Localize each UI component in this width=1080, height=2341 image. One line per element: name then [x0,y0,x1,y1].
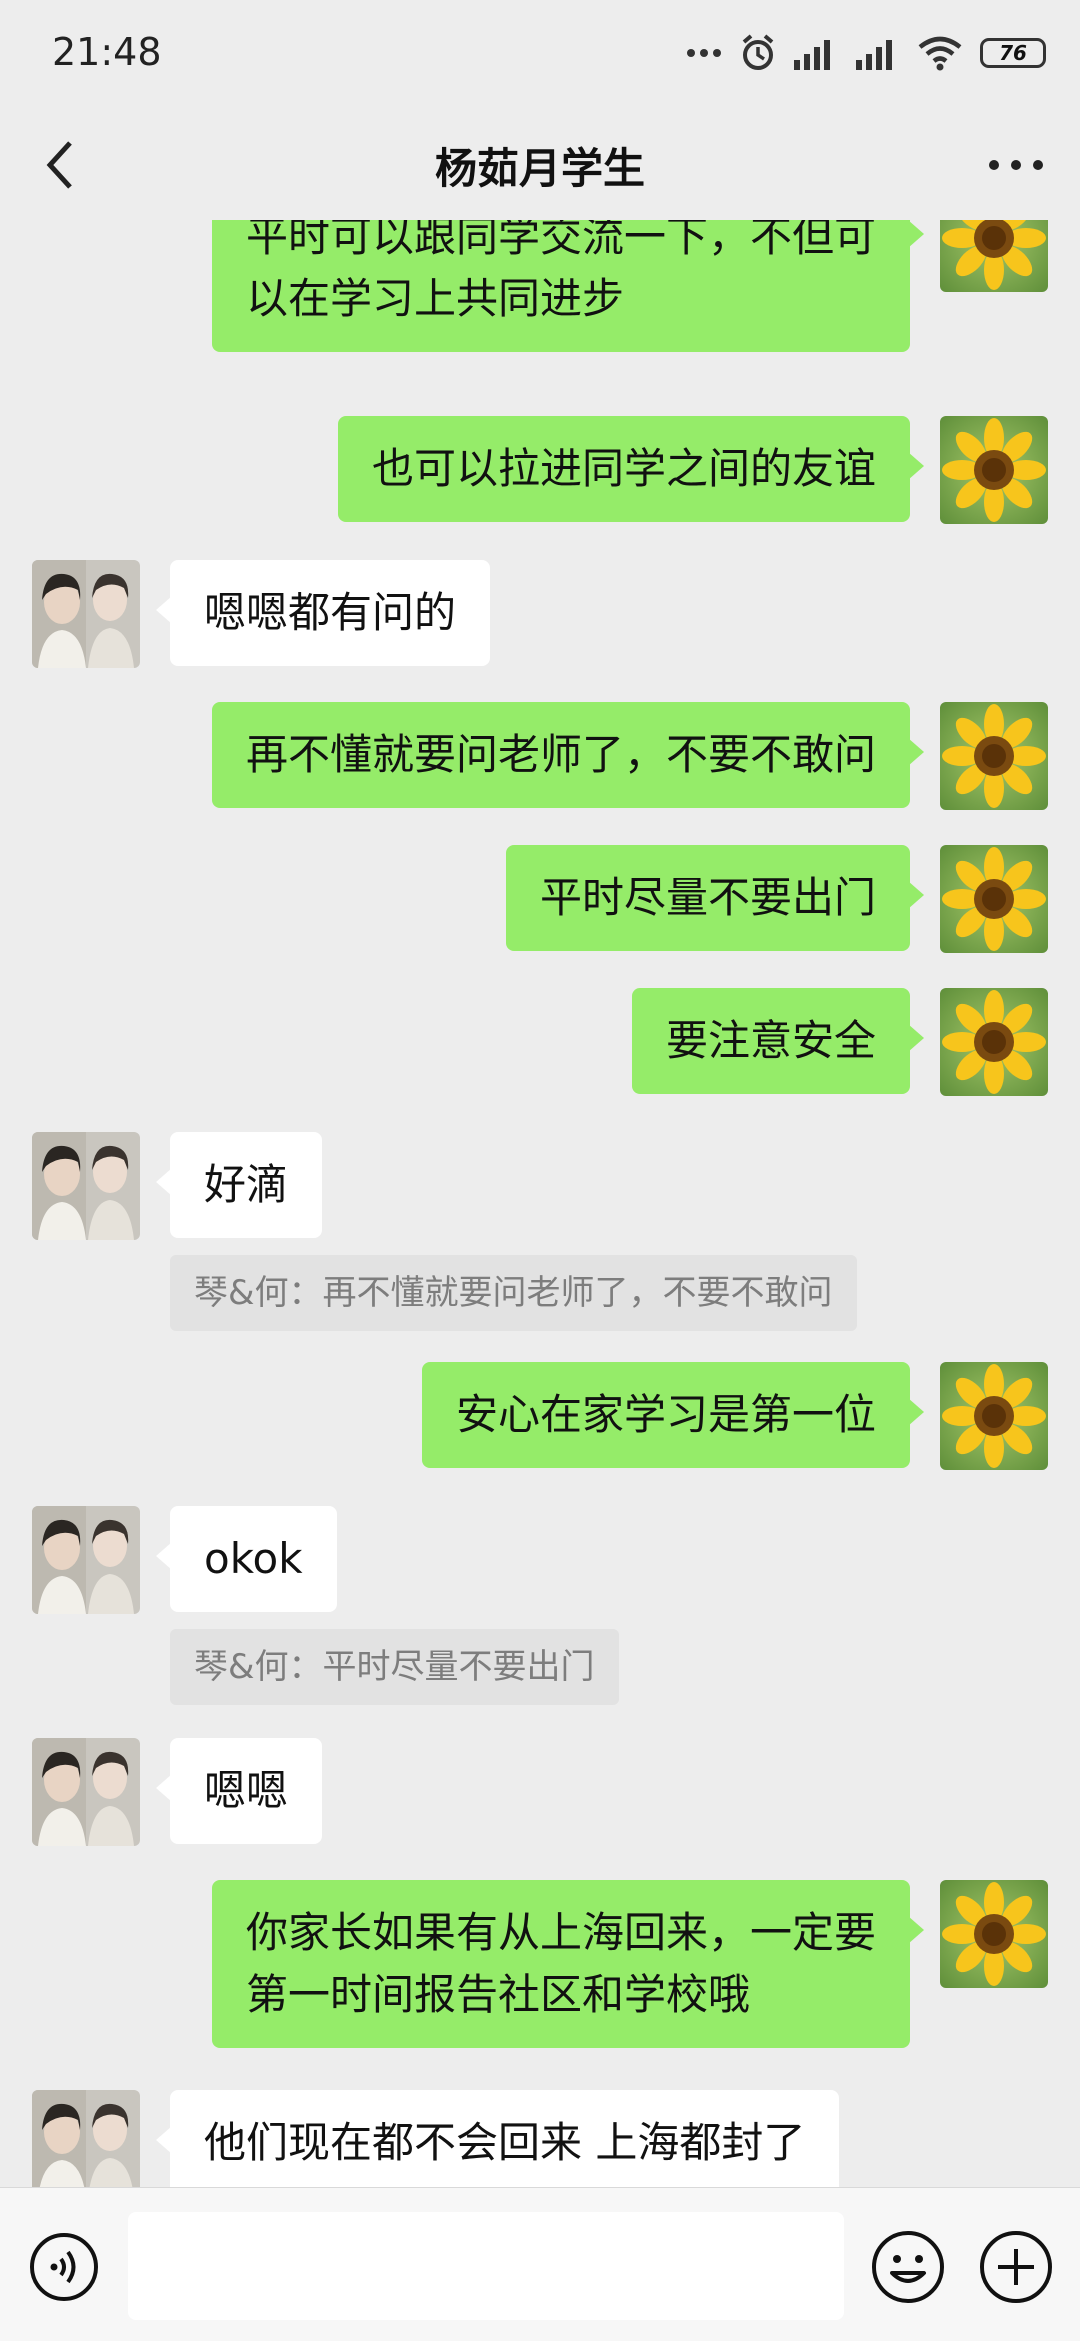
message-row: 平时尽量不要出门 [0,845,1080,955]
voice-icon [30,2233,98,2301]
more-button[interactable] [986,145,1046,185]
incoming-message[interactable]: 好滴 [155,1132,323,1238]
sunflower-icon [940,702,1048,810]
outgoing-message[interactable]: 你家长如果有从上海回来，一定要 第一时间报告社区和学校哦 [211,1880,925,2048]
battery-level: 76 [999,41,1027,65]
two-people-photo-icon [32,1506,140,1614]
message-row: 要注意安全 [0,988,1080,1098]
two-people-photo-icon [32,1132,140,1240]
message-text: okok [204,1534,303,1583]
sunflower-icon [940,1880,1048,1988]
nav-bar: 杨茹月学生 [0,105,1080,220]
message-text: 他们现在都不会回来 上海都封了 [204,2118,806,2167]
outgoing-message[interactable]: 平时尽量不要出门 [505,845,925,951]
my-avatar[interactable] [940,988,1048,1096]
contact-avatar[interactable] [32,2090,140,2187]
quoted-reply[interactable]: 琴&何：再不懂就要问老师了，不要不敢问 [170,1255,857,1331]
outgoing-message[interactable]: 也可以拉进同学之间的友谊 [337,416,925,522]
sunflower-icon [940,988,1048,1096]
message-row: okok 琴&何：平时尽量不要出门 [0,1506,1080,1706]
message-input[interactable] [128,2212,844,2320]
chat-area[interactable]: 平时可以跟同学交流一下，不但可 以在学习上共同进步 也可以拉进同学之间的友谊 嗯… [0,220,1080,2187]
sunflower-icon [940,416,1048,524]
status-icons: 76 [686,30,1046,76]
message-text: 平时可以跟同学交流一下，不但可 [245,220,876,261]
chat-title: 杨茹月学生 [434,144,645,193]
signal-icon [856,40,892,70]
signal-icon [794,40,830,70]
my-avatar[interactable] [940,220,1048,292]
more-notifications-icon [687,49,721,57]
contact-avatar[interactable] [32,560,140,668]
my-avatar[interactable] [940,1880,1048,1988]
outgoing-message[interactable]: 平时可以跟同学交流一下，不但可 以在学习上共同进步 [211,220,925,352]
message-text: 要注意安全 [665,1016,876,1065]
input-bar [0,2187,1080,2341]
alarm-icon [742,34,774,70]
incoming-message[interactable]: 嗯嗯 [155,1738,323,1844]
message-row: 安心在家学习是第一位 [0,1362,1080,1472]
message-row: 嗯嗯 [0,1738,1080,1848]
voice-button[interactable] [28,2231,100,2303]
my-avatar[interactable] [940,416,1048,524]
my-avatar[interactable] [940,1362,1048,1470]
wifi-icon [918,36,962,71]
status-time: 21:48 [52,30,162,74]
incoming-message[interactable]: okok [156,1506,337,1612]
message-text: 以在学习上共同进步 [245,274,624,323]
incoming-message[interactable]: 嗯嗯都有问的 [155,560,491,666]
quoted-reply[interactable]: 琴&何：平时尽量不要出门 [170,1629,619,1705]
message-text: 也可以拉进同学之间的友谊 [371,444,876,493]
more-features-button[interactable] [978,2229,1054,2305]
status-bar: 21:48 76 [0,0,1080,105]
two-people-photo-icon [32,2090,140,2187]
message-text: 你家长如果有从上海回来，一定要 [245,1908,876,1957]
more-dots-icon [989,160,1043,170]
message-text: 嗯嗯都有问的 [204,588,457,637]
message-row: 也可以拉进同学之间的友谊 [0,416,1080,526]
contact-avatar[interactable] [32,1132,140,1240]
plus-icon [980,2231,1052,2303]
contact-avatar[interactable] [32,1738,140,1846]
message-text: 好滴 [204,1160,289,1209]
two-people-photo-icon [32,1738,140,1846]
emoji-button[interactable] [870,2229,946,2305]
message-row: 再不懂就要问老师了，不要不敢问 [0,702,1080,812]
sunflower-icon [940,220,1048,292]
two-people-photo-icon [32,560,140,668]
message-text: 嗯嗯 [204,1766,289,1815]
message-text: 安心在家学习是第一位 [455,1390,876,1439]
message-row: 平时可以跟同学交流一下，不但可 以在学习上共同进步 [0,220,1080,352]
outgoing-message[interactable]: 要注意安全 [631,988,925,1094]
message-row: 嗯嗯都有问的 [0,560,1080,670]
message-text: 再不懂就要问老师了，不要不敢问 [245,730,876,779]
outgoing-message[interactable]: 安心在家学习是第一位 [421,1362,925,1468]
message-row: 你家长如果有从上海回来，一定要 第一时间报告社区和学校哦 [0,1880,1080,2060]
outgoing-message[interactable]: 再不懂就要问老师了，不要不敢问 [211,702,925,808]
message-text: 平时尽量不要出门 [539,873,876,922]
message-text: 第一时间报告社区和学校哦 [245,1970,750,2019]
incoming-message[interactable]: 他们现在都不会回来 上海都封了 [155,2090,840,2187]
battery-icon: 76 [980,38,1046,68]
my-avatar[interactable] [940,702,1048,810]
sunflower-icon [940,845,1048,953]
emoji-icon [872,2231,944,2303]
my-avatar[interactable] [940,845,1048,953]
sunflower-icon [940,1362,1048,1470]
contact-avatar[interactable] [32,1506,140,1614]
message-row: 他们现在都不会回来 上海都封了 [0,2090,1080,2187]
message-row: 好滴 琴&何：再不懂就要问老师了，不要不敢问 [0,1132,1080,1332]
